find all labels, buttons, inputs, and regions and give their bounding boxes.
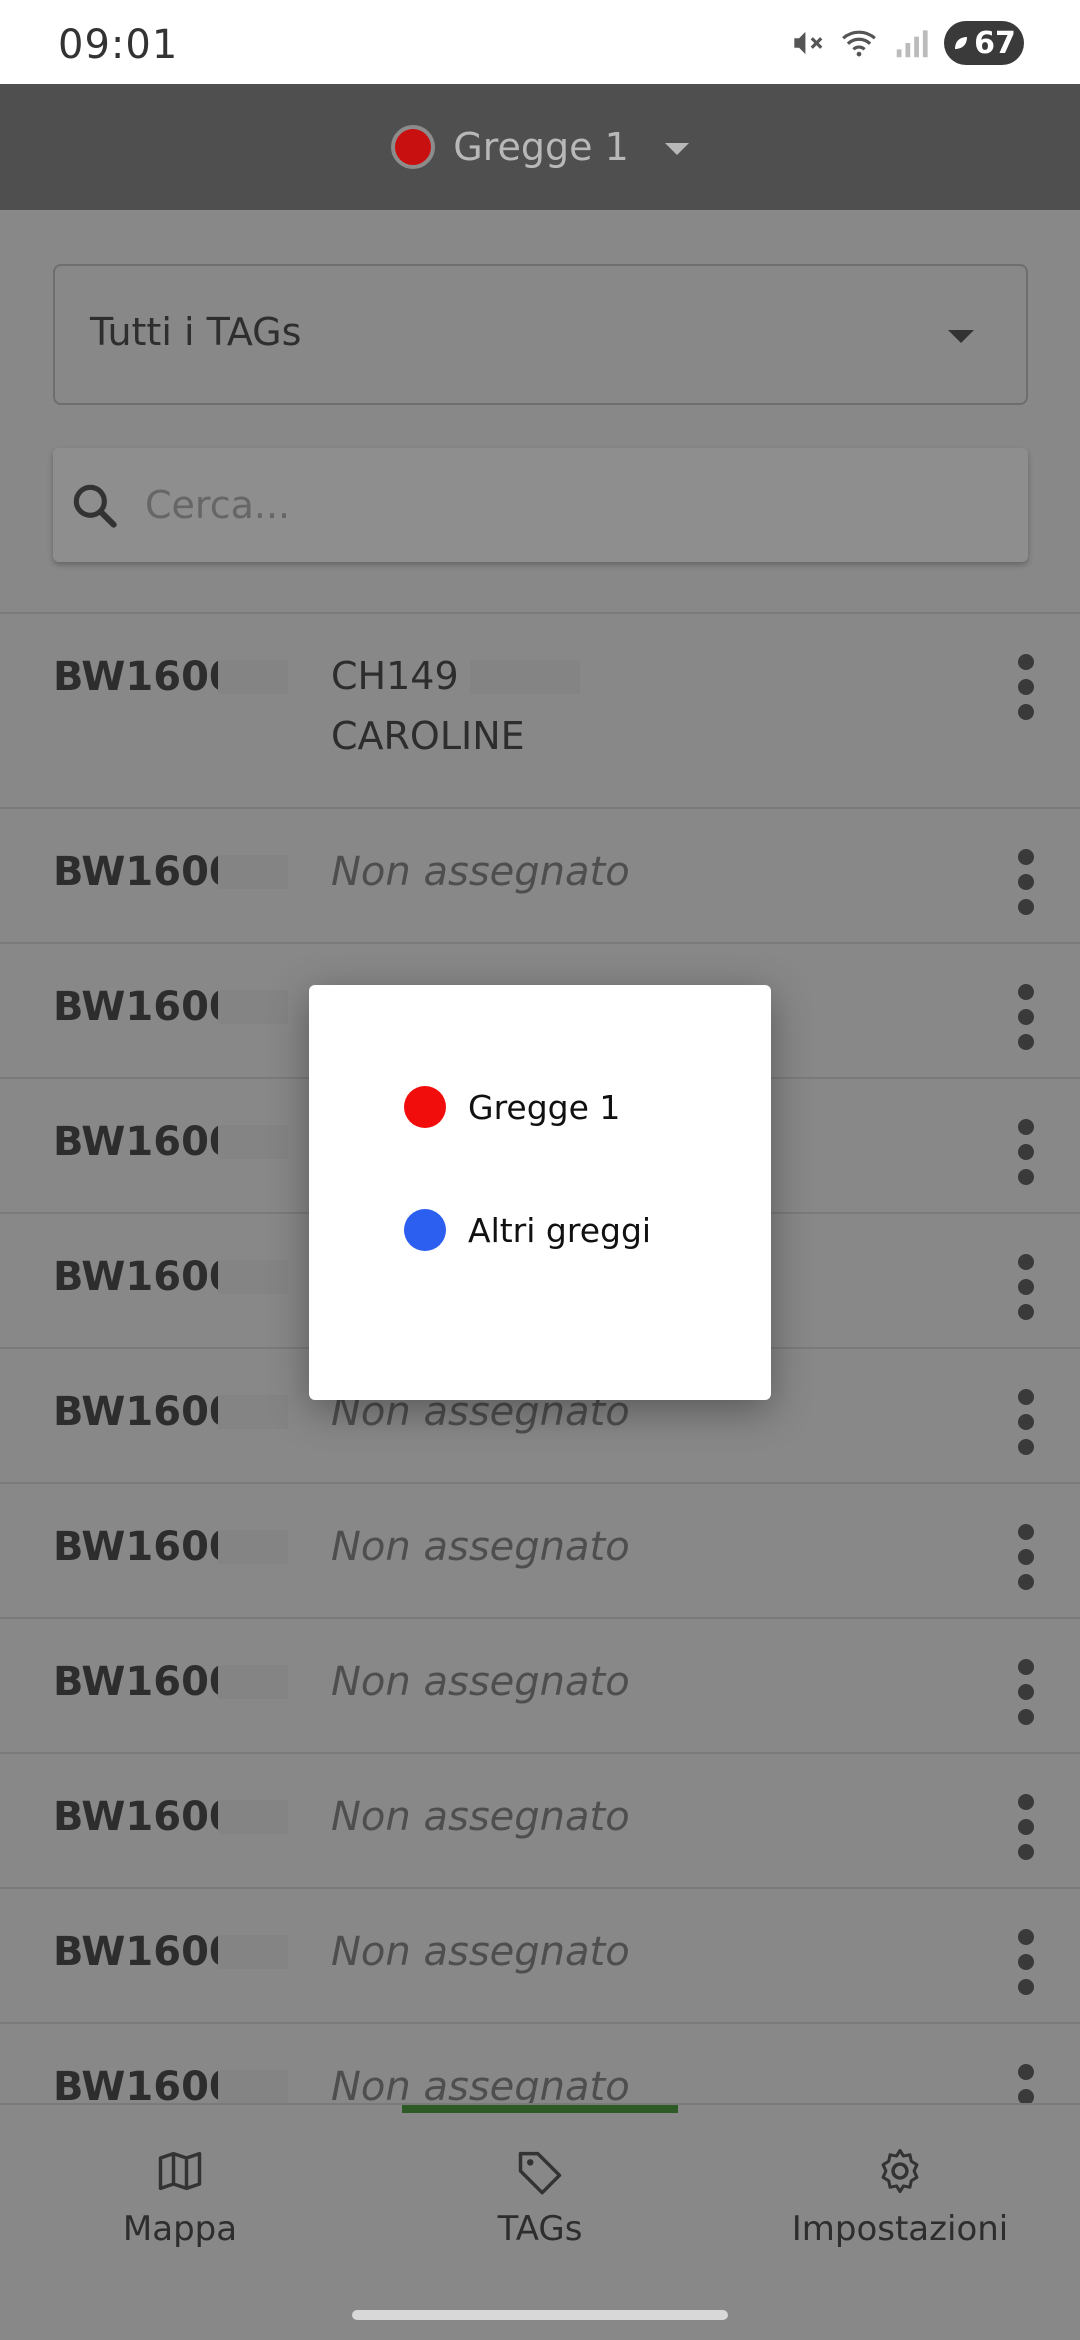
tag-id: BW1600 <box>53 984 237 1030</box>
wifi-icon <box>842 30 876 57</box>
redacted-block <box>218 1260 288 1294</box>
tag-status: Non assegnato <box>331 1524 630 1570</box>
tag-status: Non assegnato <box>331 2064 630 2103</box>
tag-id: BW1600 <box>53 1389 237 1435</box>
battery-icon: 67 <box>944 21 1024 65</box>
table-row[interactable]: BW1600 CH149 CAROLINE <box>0 614 1080 809</box>
more-options-icon[interactable] <box>1006 1794 1046 1860</box>
more-options-icon[interactable] <box>1006 1524 1046 1590</box>
tag-status: Non assegnato <box>331 1794 630 1840</box>
legend-option-label: Altri greggi <box>468 1210 652 1250</box>
gear-icon <box>881 2148 919 2194</box>
tag-id: BW1600 <box>53 1659 237 1705</box>
table-row[interactable]: BW1600 Non assegnato <box>0 2024 1080 2103</box>
battery-level: 67 <box>974 25 1016 61</box>
redacted-block <box>218 1800 288 1834</box>
nav-item-label: TAGs <box>497 2209 583 2249</box>
redacted-block <box>218 1395 288 1429</box>
search-icon <box>73 484 117 528</box>
chevron-down-icon <box>948 330 974 343</box>
search-input[interactable] <box>145 478 1005 532</box>
animal-code: CH149 <box>331 654 459 698</box>
redacted-block <box>218 1125 288 1159</box>
tag-status: Non assegnato <box>331 1929 630 1975</box>
legend-option-label: Gregge 1 <box>468 1087 621 1127</box>
gesture-area <box>0 2278 1080 2340</box>
redacted-block <box>218 1530 288 1564</box>
tag-status: Non assegnato <box>331 849 630 895</box>
leaf-icon <box>955 37 968 49</box>
tag-id: BW1600 <box>53 654 237 700</box>
tag-id: BW1600 <box>53 1929 237 1975</box>
table-row[interactable]: BW1600 Non assegnato <box>0 809 1080 944</box>
flock-legend-dialog: Gregge 1 Altri greggi <box>309 985 771 1400</box>
more-options-icon[interactable] <box>1006 654 1046 720</box>
redacted-block <box>218 1665 288 1699</box>
legend-option-flock-1[interactable]: Gregge 1 <box>404 1077 734 1137</box>
tag-id: BW1600 <box>53 2064 237 2103</box>
flock-name: Gregge 1 <box>453 125 629 169</box>
redacted-block <box>218 855 288 889</box>
signal-icon <box>896 30 928 58</box>
more-options-icon[interactable] <box>1006 1254 1046 1320</box>
redacted-block <box>218 2070 288 2103</box>
nav-item-tags[interactable]: TAGs <box>390 2145 690 2249</box>
chevron-down-icon <box>664 143 689 155</box>
flock-color-dot <box>404 1086 446 1128</box>
tag-filter-value: Tutti i TAGs <box>90 310 302 354</box>
redacted-block <box>218 990 288 1024</box>
search-box[interactable] <box>53 448 1028 562</box>
active-tab-indicator <box>402 2105 678 2113</box>
status-bar: 09:01 67 <box>0 0 1080 84</box>
flock-selector[interactable]: Gregge 1 <box>0 84 1080 210</box>
table-row[interactable]: BW1600 Non assegnato <box>0 1619 1080 1754</box>
nav-item-label: Impostazioni <box>791 2209 1009 2249</box>
redacted-block <box>218 1935 288 1969</box>
legend-option-other-flocks[interactable]: Altri greggi <box>404 1200 734 1260</box>
tag-status: Non assegnato <box>331 1659 630 1705</box>
animal-name: CAROLINE <box>331 714 525 758</box>
more-options-icon[interactable] <box>1006 849 1046 915</box>
redacted-block <box>470 660 580 694</box>
nav-item-label: Mappa <box>122 2209 238 2249</box>
map-icon <box>158 2151 202 2191</box>
tag-id: BW1600 <box>53 849 237 895</box>
tag-icon <box>518 2151 562 2195</box>
table-row[interactable]: BW1600 Non assegnato <box>0 1889 1080 2024</box>
bottom-navigation: Mappa TAGs Impostazioni <box>0 2103 1080 2278</box>
table-row[interactable]: BW1600 Non assegnato <box>0 1754 1080 1889</box>
redacted-block <box>218 660 288 694</box>
more-options-icon[interactable] <box>1006 1929 1046 1995</box>
more-options-icon[interactable] <box>1006 984 1046 1050</box>
more-options-icon[interactable] <box>1006 1119 1046 1185</box>
more-options-icon[interactable] <box>1006 1389 1046 1455</box>
nav-item-settings[interactable]: Impostazioni <box>750 2145 1050 2249</box>
tag-id: BW1600 <box>53 1524 237 1570</box>
tag-id: BW1600 <box>53 1254 237 1300</box>
mute-icon <box>794 31 823 55</box>
tag-id: BW1600 <box>53 1794 237 1840</box>
flock-color-dot <box>404 1209 446 1251</box>
home-gesture-bar[interactable] <box>352 2310 728 2320</box>
tag-filter-dropdown[interactable]: Tutti i TAGs <box>53 264 1028 405</box>
more-options-icon[interactable] <box>1006 1659 1046 1725</box>
status-time: 09:01 <box>58 22 179 68</box>
table-row[interactable]: BW1600 Non assegnato <box>0 1484 1080 1619</box>
tag-id: BW1600 <box>53 1119 237 1165</box>
flock-color-dot <box>391 125 436 169</box>
status-icons: 67 <box>788 18 1024 68</box>
nav-item-map[interactable]: Mappa <box>30 2145 330 2249</box>
more-options-icon[interactable] <box>1006 2064 1046 2103</box>
